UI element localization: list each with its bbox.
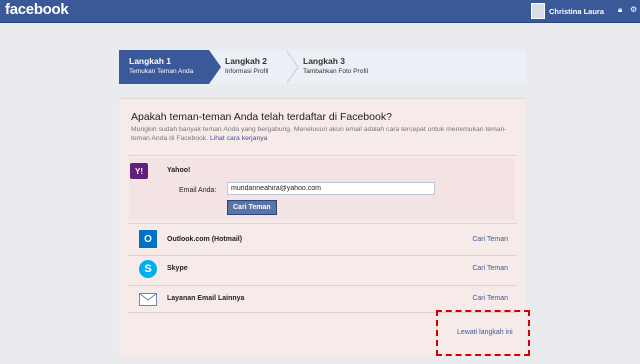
step-1-title: Langkah 1 (129, 56, 172, 66)
step-2-subtitle: Informasi Profil (225, 68, 269, 75)
divider (127, 223, 517, 224)
find-friends-link-outlook[interactable]: Cari Teman (472, 236, 508, 243)
top-bar: facebook Christina Laura 🔒︎ ⚙︎ (0, 0, 640, 23)
find-friends-link-skype[interactable]: Cari Teman (472, 265, 508, 272)
avatar[interactable] (531, 3, 545, 19)
step-arrow (209, 50, 221, 84)
yahoo-label: Yahoo! (167, 167, 191, 174)
yahoo-icon: Y! (130, 163, 148, 179)
step-3-title: Langkah 3 (303, 56, 346, 66)
divider (127, 285, 517, 286)
facebook-logo[interactable]: facebook (5, 1, 69, 18)
step-2-title: Langkah 2 (225, 56, 268, 66)
find-friends-button[interactable]: Cari Teman (227, 200, 277, 215)
lock-icon[interactable]: 🔒︎ (618, 5, 622, 15)
gear-icon[interactable]: ⚙︎ (630, 5, 637, 15)
step-1-subtitle: Temukan Teman Anda (129, 68, 194, 75)
highlight-annotation (436, 310, 530, 356)
user-profile[interactable]: Christina Laura (531, 3, 604, 19)
provider-name: Layanan Email Lainnya (167, 295, 245, 302)
step-arrow (286, 50, 299, 84)
step-progress: Langkah 1 Temukan Teman Anda Langkah 2 I… (119, 50, 526, 84)
user-name[interactable]: Christina Laura (549, 7, 604, 16)
email-field[interactable] (227, 182, 435, 195)
step-3: Langkah 3 Tambahkan Foto Profil (287, 50, 526, 84)
email-label: Email Anda: (179, 187, 217, 194)
page-title: Apakah teman-teman Anda telah terdaftar … (131, 111, 392, 123)
description: Mungkin sudah banyak teman Anda yang ber… (131, 125, 516, 143)
divider (127, 255, 517, 256)
step-3-subtitle: Tambahkan Foto Profil (303, 68, 369, 75)
provider-name: Skype (167, 265, 188, 272)
divider (127, 155, 517, 156)
provider-name: Outlook.com (Hotmail) (167, 236, 243, 243)
how-it-works-link[interactable]: Lihat cara kerjanya (210, 135, 267, 142)
skype-icon: S (139, 260, 157, 278)
mail-icon (139, 293, 157, 306)
outlook-icon: O (139, 230, 157, 248)
find-friends-link-other[interactable]: Cari Teman (472, 295, 508, 302)
description-text: Mungkin sudah banyak teman Anda yang ber… (131, 126, 507, 142)
step-1: Langkah 1 Temukan Teman Anda (119, 50, 221, 84)
